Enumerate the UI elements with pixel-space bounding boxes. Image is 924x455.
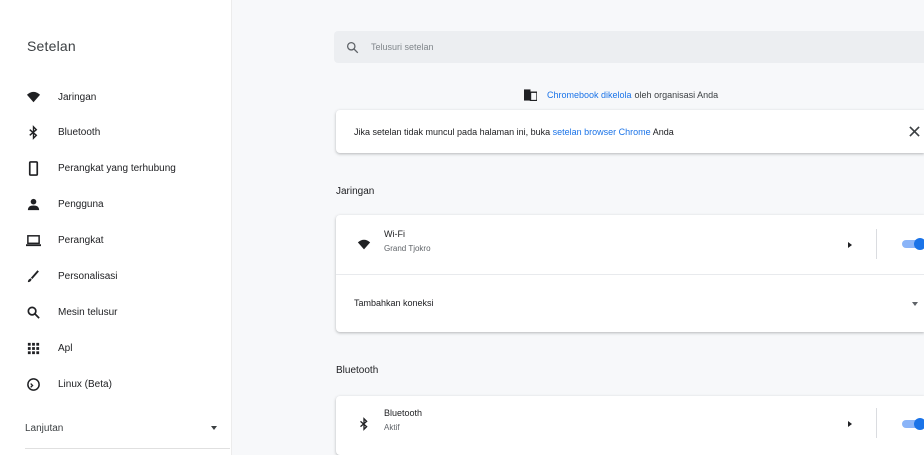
close-icon[interactable]	[906, 123, 922, 139]
divider	[25, 448, 230, 449]
sidebar-item-label: Bluetooth	[58, 126, 101, 138]
bluetooth-toggle[interactable]	[902, 418, 924, 430]
managed-text: oleh organisasi Anda	[634, 90, 719, 100]
wifi-toggle[interactable]	[902, 238, 924, 250]
sidebar-item-linux[interactable]: Linux (Beta)	[25, 374, 112, 394]
bluetooth-card: Bluetooth Aktif	[336, 396, 924, 455]
sidebar-item-label: Jaringan	[58, 91, 97, 103]
sidebar-item-personalization[interactable]: Personalisasi	[25, 266, 117, 286]
browser-settings-notice: Jika setelan tidak muncul pada halaman i…	[336, 110, 924, 153]
bluetooth-row[interactable]: Bluetooth Aktif	[336, 396, 924, 455]
add-connection-row[interactable]: Tambahkan koneksi	[336, 275, 924, 332]
toggle-knob	[914, 238, 924, 250]
arrow-right-icon[interactable]	[848, 242, 852, 248]
sidebar-item-bluetooth[interactable]: Bluetooth	[25, 122, 100, 142]
search-icon	[346, 41, 359, 53]
sidebar-item-label: Pengguna	[58, 198, 104, 210]
bluetooth-status: Aktif	[384, 423, 400, 432]
phone-icon	[25, 160, 41, 176]
notice-text-before: Jika setelan tidak muncul pada halaman i…	[354, 126, 551, 137]
add-connection-label: Tambahkan koneksi	[354, 298, 434, 308]
person-icon	[25, 196, 41, 212]
section-title-network: Jaringan	[336, 186, 375, 197]
notice-text-after: Anda	[652, 126, 674, 137]
sidebar-item-label: Apl	[58, 342, 73, 354]
managed-link[interactable]: Chromebook dikelola	[547, 90, 632, 100]
advanced-toggle[interactable]: Lanjutan	[25, 419, 217, 437]
sidebar-item-search-engine[interactable]: Mesin telusur	[25, 302, 117, 322]
sidebar-item-users[interactable]: Pengguna	[25, 194, 104, 214]
wifi-icon	[25, 89, 41, 105]
network-card: Wi-Fi Grand Tjokro Tambahkan koneksi	[336, 215, 924, 332]
search-bar[interactable]	[334, 31, 924, 63]
sidebar-item-label: Mesin telusur	[58, 306, 118, 318]
sidebar-item-label: Perangkat yang terhubung	[58, 162, 176, 174]
arrow-right-icon[interactable]	[848, 421, 852, 427]
wifi-row[interactable]: Wi-Fi Grand Tjokro	[336, 215, 924, 274]
sidebar-item-label: Perangkat	[58, 234, 104, 246]
sidebar-item-label: Personalisasi	[58, 270, 118, 282]
notice-text: Jika setelan tidak muncul pada halaman i…	[354, 127, 674, 137]
wifi-icon	[356, 237, 372, 253]
sidebar-item-apps[interactable]: Apl	[25, 338, 72, 358]
sidebar-item-label: Linux (Beta)	[58, 378, 112, 390]
terminal-icon	[25, 376, 41, 392]
building-icon	[524, 89, 537, 101]
apps-grid-icon	[25, 340, 41, 356]
separator	[876, 229, 877, 259]
chevron-down-icon	[912, 302, 918, 306]
separator	[876, 408, 877, 438]
bluetooth-icon	[356, 416, 372, 432]
laptop-icon	[25, 232, 41, 248]
brush-icon	[25, 268, 41, 284]
toggle-knob	[914, 418, 924, 430]
app-title: Setelan	[27, 38, 76, 54]
sidebar: Setelan Jaringan Bluetooth Perangkat yan…	[0, 0, 232, 455]
caret-down-icon	[211, 426, 217, 430]
sidebar-item-connected-devices[interactable]: Perangkat yang terhubung	[25, 158, 176, 178]
bluetooth-title: Bluetooth	[384, 408, 423, 418]
sidebar-item-device[interactable]: Perangkat	[25, 230, 104, 250]
search-icon	[25, 304, 41, 320]
bluetooth-icon	[25, 124, 41, 140]
wifi-title: Wi-Fi	[384, 229, 405, 239]
sidebar-item-jaringan[interactable]: Jaringan	[25, 87, 96, 107]
section-title-bluetooth: Bluetooth	[336, 365, 379, 376]
managed-notice: Chromebook dikelola oleh organisasi Anda	[524, 88, 718, 102]
wifi-network-name: Grand Tjokro	[384, 244, 431, 253]
browser-settings-link[interactable]: setelan browser Chrome	[553, 127, 651, 137]
search-input[interactable]	[371, 42, 771, 52]
advanced-label: Lanjutan	[25, 422, 64, 434]
